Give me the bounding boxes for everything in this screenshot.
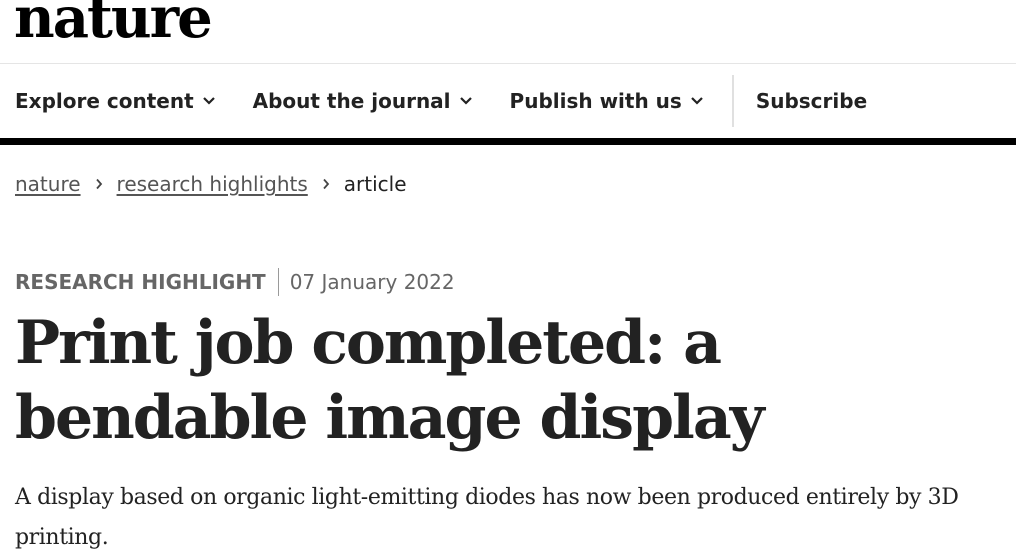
main-nav: Explore content About the journal Publis… xyxy=(0,64,1016,138)
chevron-down-icon xyxy=(459,96,473,106)
nav-separator xyxy=(731,75,734,127)
article-type: RESEARCH HIGHLIGHT xyxy=(15,270,266,294)
breadcrumb: nature research highlights article xyxy=(15,172,407,196)
meta-divider xyxy=(277,268,279,296)
article-meta: RESEARCH HIGHLIGHT 07 January 2022 xyxy=(15,268,455,296)
chevron-right-icon xyxy=(95,178,103,190)
nav-publish-with-us-label: Publish with us xyxy=(509,89,682,113)
breadcrumb-research-highlights[interactable]: research highlights xyxy=(117,172,308,196)
article-date: 07 January 2022 xyxy=(289,270,455,294)
nav-about-the-journal-label: About the journal xyxy=(252,89,451,113)
nav-explore-content-label: Explore content xyxy=(15,89,194,113)
nav-about-the-journal[interactable]: About the journal xyxy=(253,64,473,138)
nature-logo[interactable]: nature xyxy=(14,0,213,46)
nav-explore-content[interactable]: Explore content xyxy=(15,64,216,138)
article-standfirst: A display based on organic light-emittin… xyxy=(15,485,959,550)
chevron-down-icon xyxy=(202,96,216,106)
nav-publish-with-us[interactable]: Publish with us xyxy=(510,64,704,138)
breadcrumb-current: article xyxy=(343,172,407,196)
subscribe-label: Subscribe xyxy=(755,89,868,113)
subscribe-link[interactable]: Subscribe xyxy=(756,64,867,138)
header-bottom-bar xyxy=(0,138,1016,145)
chevron-right-icon xyxy=(322,178,330,190)
article-title: Print job completed: a bendable image di… xyxy=(15,308,765,453)
breadcrumb-nature[interactable]: nature xyxy=(15,172,81,196)
chevron-down-icon xyxy=(690,96,704,106)
